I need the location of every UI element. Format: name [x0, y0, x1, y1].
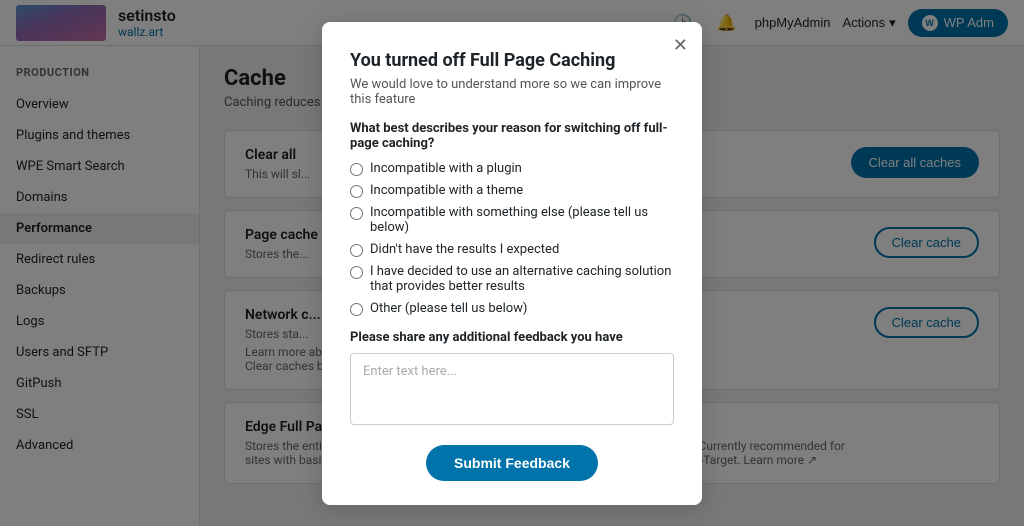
feedback-label: Please share any additional feedback you… — [350, 330, 674, 345]
radio-option-1: Incompatible with a plugin — [350, 161, 674, 176]
radio-group: Incompatible with a plugin Incompatible … — [350, 161, 674, 316]
radio-option-4: Didn't have the results I expected — [350, 242, 674, 257]
modal: ✕ You turned off Full Page Caching We wo… — [322, 22, 702, 505]
radio-option-5: I have decided to use an alternative cac… — [350, 264, 674, 294]
background: setinsto wallz.art 🕑 🔔 phpMyAdmin Action… — [0, 0, 1024, 526]
radio-label-4[interactable]: Didn't have the results I expected — [370, 242, 559, 257]
modal-close-button[interactable]: ✕ — [673, 36, 688, 54]
radio-no-results[interactable] — [350, 244, 363, 257]
radio-incompatible-theme[interactable] — [350, 185, 363, 198]
radio-label-3[interactable]: Incompatible with something else (please… — [370, 205, 674, 235]
radio-label-5[interactable]: I have decided to use an alternative cac… — [370, 264, 674, 294]
radio-option-2: Incompatible with a theme — [350, 183, 674, 198]
radio-other[interactable] — [350, 303, 363, 316]
radio-option-3: Incompatible with something else (please… — [350, 205, 674, 235]
radio-label-2[interactable]: Incompatible with a theme — [370, 183, 523, 198]
radio-incompatible-plugin[interactable] — [350, 163, 363, 176]
radio-alternative-solution[interactable] — [350, 266, 363, 279]
modal-title: You turned off Full Page Caching — [350, 50, 674, 71]
modal-subtitle: We would love to understand more so we c… — [350, 77, 674, 107]
radio-label-1[interactable]: Incompatible with a plugin — [370, 161, 522, 176]
modal-overlay: ✕ You turned off Full Page Caching We wo… — [0, 0, 1024, 526]
radio-incompatible-other[interactable] — [350, 207, 363, 220]
submit-feedback-button[interactable]: Submit Feedback — [426, 445, 598, 481]
radio-label-6[interactable]: Other (please tell us below) — [370, 301, 527, 316]
radio-option-6: Other (please tell us below) — [350, 301, 674, 316]
feedback-textarea[interactable] — [350, 353, 674, 425]
modal-question: What best describes your reason for swit… — [350, 121, 674, 151]
